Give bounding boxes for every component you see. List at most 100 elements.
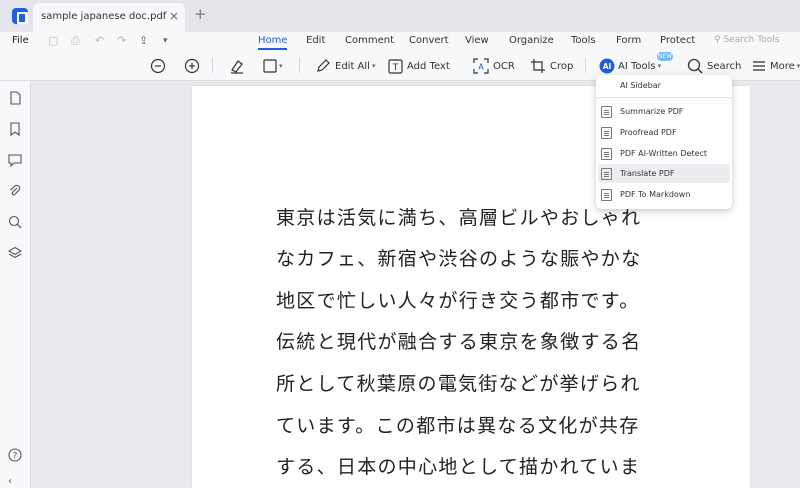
ai-tools-button[interactable]: AI AI Tools ▾ <box>599 56 661 76</box>
search-tools-field[interactable]: ⚲ Search Tools <box>714 35 779 45</box>
toolbar-divider <box>299 58 300 73</box>
svg-text:A: A <box>478 63 484 72</box>
menu-organize[interactable]: Organize <box>509 35 554 46</box>
svg-text:T: T <box>392 63 399 73</box>
active-menu-indicator <box>258 48 287 50</box>
attachment-icon[interactable] <box>8 184 22 198</box>
menu-view[interactable]: View <box>465 35 489 46</box>
edit-all-button[interactable]: Edit All ▾ <box>315 56 375 76</box>
ocr-label: OCR <box>493 60 515 72</box>
ocr-icon: A <box>473 58 489 74</box>
page-thumbnails-icon[interactable] <box>8 91 22 105</box>
zoom-out-icon <box>150 58 166 74</box>
shape-tool-button[interactable]: ▾ <box>263 56 283 76</box>
redo-icon[interactable]: ↷ <box>117 34 126 48</box>
document-line: する、日本の中心地として描かれていま <box>276 456 641 478</box>
menu-convert[interactable]: Convert <box>409 35 449 46</box>
menu-tools[interactable]: Tools <box>571 35 596 46</box>
proofread-pdf-label: Proofread PDF <box>620 128 677 137</box>
zoom-in-button[interactable] <box>184 56 200 76</box>
menu-protect[interactable]: Protect <box>660 35 695 46</box>
summarize-icon <box>601 106 612 118</box>
crop-icon <box>531 59 545 73</box>
menu-home[interactable]: Home <box>258 35 288 46</box>
document-line: ています。この都市は異なる文化が共存 <box>276 415 640 437</box>
chevron-down-icon: ▾ <box>371 62 376 70</box>
document-line: 地区で忙しい人々が行き交う都市です。 <box>276 290 640 312</box>
new-badge: NEW <box>657 52 673 61</box>
document-tab[interactable]: sample japanese doc.pdf × <box>33 3 185 32</box>
search-button[interactable]: Search <box>687 56 741 76</box>
rectangle-icon <box>263 59 277 73</box>
highlight-tool-button[interactable] <box>229 56 245 76</box>
document-tab-title: sample japanese doc.pdf <box>41 11 167 22</box>
ai-tools-dropdown: AI Sidebar Summarize PDF Proofread PDF P… <box>596 75 732 209</box>
zoom-in-icon <box>184 58 200 74</box>
file-menu[interactable]: File <box>12 35 29 46</box>
ai-tools-label: AI Tools <box>618 60 656 72</box>
menu-comment[interactable]: Comment <box>345 35 394 46</box>
chevron-down-icon: ▾ <box>279 62 283 70</box>
collapse-sidebar-icon[interactable]: ‹ <box>8 477 22 488</box>
zoom-out-button[interactable] <box>150 56 166 76</box>
layers-icon[interactable] <box>8 246 22 260</box>
more-button[interactable]: More ▾ <box>752 56 800 76</box>
translate-pdf-item[interactable]: Translate PDF <box>598 164 730 183</box>
menu-lines-icon <box>753 61 765 71</box>
help-icon[interactable]: ? <box>8 448 22 462</box>
menu-edit[interactable]: Edit <box>306 35 325 46</box>
crop-button[interactable]: Crop <box>530 56 573 76</box>
translate-pdf-label: Translate PDF <box>620 169 675 178</box>
ai-written-detect-item[interactable]: PDF AI-Written Detect <box>598 144 730 163</box>
edit-all-label: Edit All <box>335 60 370 72</box>
toolbar-divider <box>212 58 213 73</box>
pen-icon <box>317 59 330 72</box>
highlighter-icon <box>231 60 243 74</box>
translate-icon <box>601 168 612 180</box>
markdown-icon <box>601 189 612 201</box>
search-icon <box>687 58 703 74</box>
ai-sidebar-label: AI Sidebar <box>620 81 661 90</box>
search-icon[interactable] <box>8 215 22 229</box>
summarize-pdf-item[interactable]: Summarize PDF <box>598 102 730 121</box>
ai-detect-icon <box>601 148 612 160</box>
customize-icon[interactable]: ▾ <box>163 34 168 48</box>
chevron-down-icon: ▾ <box>657 62 662 70</box>
close-icon[interactable]: × <box>169 10 179 22</box>
summarize-pdf-label: Summarize PDF <box>620 107 684 116</box>
proofread-icon <box>601 127 612 139</box>
new-tab-button[interactable]: + <box>194 7 207 22</box>
undo-icon[interactable]: ↶ <box>95 34 104 48</box>
bookmark-icon[interactable] <box>8 122 22 136</box>
document-line: 伝統と現代が融合する東京を象徴する名 <box>276 331 642 353</box>
pdf-to-markdown-item[interactable]: PDF To Markdown <box>598 185 730 204</box>
text-box-icon: T <box>388 58 403 74</box>
ai-icon: AI <box>599 58 615 74</box>
svg-text:AI: AI <box>603 62 612 71</box>
more-label: More <box>770 60 795 72</box>
ocr-button[interactable]: A OCR <box>473 56 515 76</box>
document-line: 東京は活気に満ち、高層ビルやおしゃれ <box>276 207 642 229</box>
print-icon[interactable]: ⎙ <box>71 34 80 48</box>
document-line: 所として秋葉原の電気街などが挙げられ <box>276 373 641 395</box>
menu-divider <box>596 97 732 98</box>
pdf-to-markdown-label: PDF To Markdown <box>620 190 691 199</box>
app-logo <box>12 8 28 24</box>
tab-bar: sample japanese doc.pdf × + <box>0 0 800 32</box>
comment-icon[interactable] <box>8 153 22 167</box>
ai-sidebar-item[interactable]: AI Sidebar <box>596 75 732 97</box>
left-sidebar: ? ‹ <box>0 81 31 488</box>
proofread-pdf-item[interactable]: Proofread PDF <box>598 123 730 142</box>
menu-form[interactable]: Form <box>616 35 641 46</box>
ai-written-detect-label: PDF AI-Written Detect <box>620 149 708 158</box>
search-label: Search <box>707 60 742 72</box>
share-icon[interactable]: ⇪ <box>139 34 148 48</box>
crop-label: Crop <box>550 60 574 72</box>
document-line: なカフェ、新宿や渋谷のような賑やかな <box>276 248 642 270</box>
toolbar-divider <box>585 58 586 73</box>
search-tools-label: Search Tools <box>723 35 780 45</box>
new-icon[interactable]: ▢ <box>48 34 58 48</box>
add-text-button[interactable]: T Add Text <box>388 56 450 76</box>
add-text-label: Add Text <box>407 60 450 72</box>
menu-bar: File ▢ ⎙ ↶ ↷ ⇪ ▾ Home Edit Comment Conve… <box>0 32 800 51</box>
